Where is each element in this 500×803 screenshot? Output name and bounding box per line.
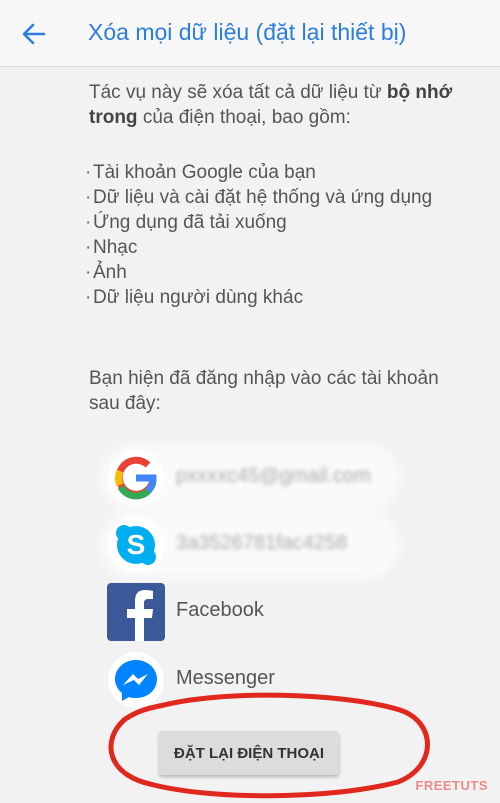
facebook-icon — [107, 583, 165, 641]
list-item: Dữ liệu người dùng khác — [85, 285, 432, 310]
svg-text:S: S — [127, 529, 146, 560]
page-title: Xóa mọi dữ liệu (đặt lại thiết bị) — [88, 19, 407, 45]
messenger-icon — [108, 652, 164, 708]
account-label: Messenger — [176, 667, 275, 689]
account-skype: S 3a3526781fac4258 — [100, 511, 486, 579]
list-item: Dữ liệu và cài đặt hệ thống và ứng dụng — [85, 185, 432, 210]
google-icon — [108, 450, 164, 506]
account-messenger: Messenger — [106, 650, 486, 710]
list-item: Tài khoản Google của bạn — [85, 160, 432, 185]
data-list: Tài khoản Google của bạn Dữ liệu và cài … — [85, 160, 432, 310]
account-facebook: Facebook — [106, 582, 486, 642]
account-label: Facebook — [176, 599, 264, 621]
account-label: 3a3526781fac4258 — [176, 532, 348, 554]
list-item: Ảnh — [85, 260, 432, 285]
app-bar: Xóa mọi dữ liệu (đặt lại thiết bị) — [0, 0, 500, 67]
intro-text-start: Tác vụ này sẽ xóa tất cả dữ liệu từ — [89, 82, 387, 103]
signed-in-text: Bạn hiện đã đăng nhập vào các tài khoản … — [89, 368, 439, 414]
content: Tác vụ này sẽ xóa tất cả dữ liệu từ bộ n… — [89, 80, 489, 414]
intro-text-end: của điện thoại, bao gồm: — [137, 107, 351, 128]
account-label: pxxxxc45@gmail.com — [176, 465, 371, 487]
account-google: pxxxxc45@gmail.com — [100, 444, 486, 512]
back-button[interactable] — [14, 14, 54, 54]
intro-text: Tác vụ này sẽ xóa tất cả dữ liệu từ bộ n… — [89, 80, 489, 130]
arrow-left-icon — [22, 23, 46, 45]
list-item: Ứng dụng đã tải xuống — [85, 210, 432, 235]
watermark-logo: FREETUTS — [415, 778, 488, 793]
skype-icon: S — [108, 517, 164, 573]
list-item: Nhạc — [85, 235, 432, 260]
reset-phone-button[interactable]: ĐẶT LẠI ĐIỆN THOẠI — [159, 731, 339, 775]
